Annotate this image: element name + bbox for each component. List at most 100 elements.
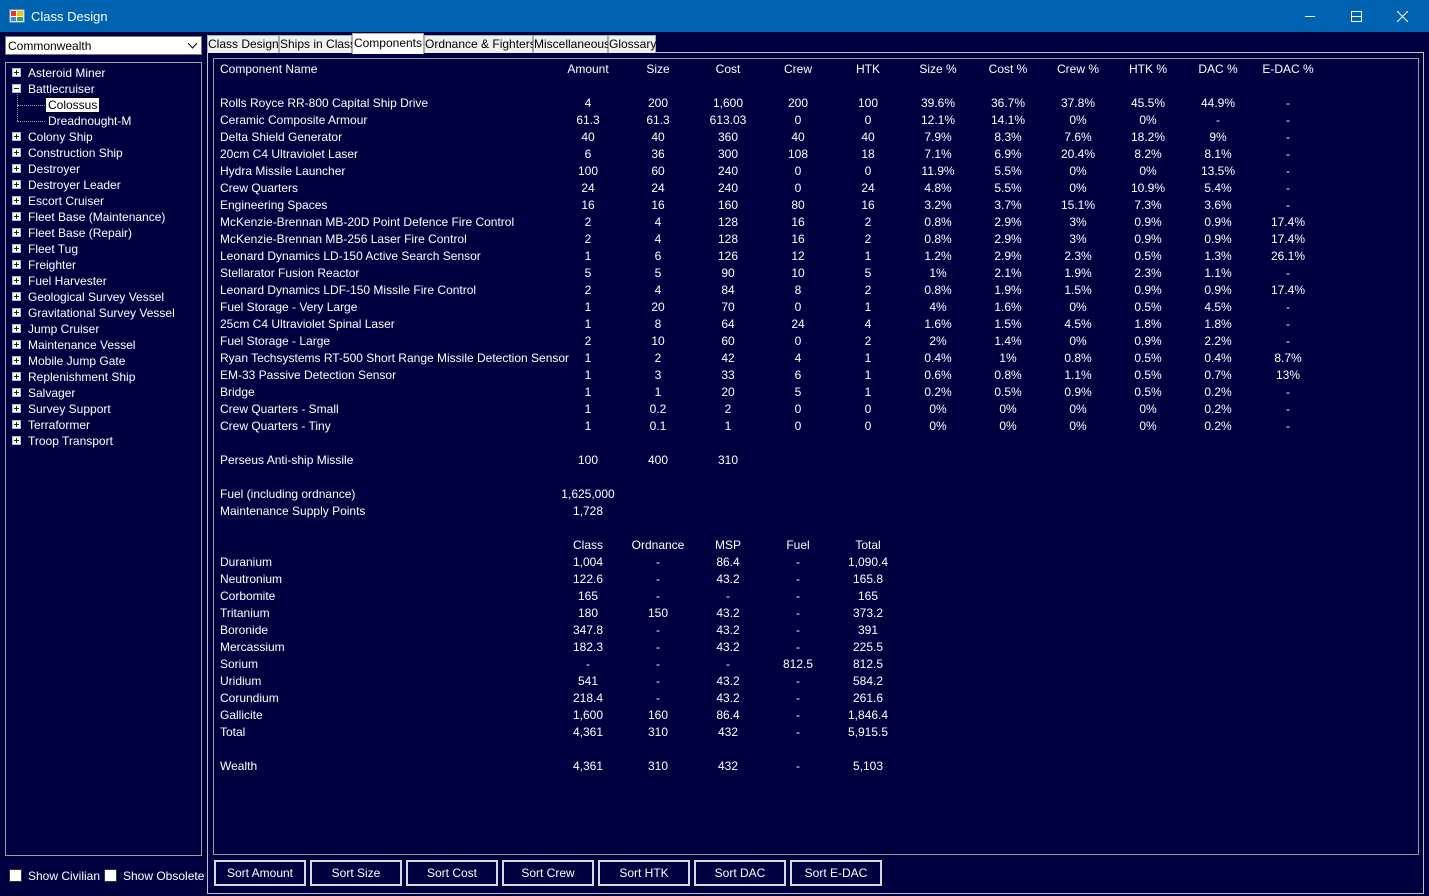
component-value: 1 bbox=[584, 317, 592, 331]
component-value: 20 bbox=[721, 385, 735, 399]
component-value: 2.1% bbox=[994, 266, 1022, 280]
component-value: 0 bbox=[794, 113, 802, 127]
component-value: 60 bbox=[651, 164, 665, 178]
expand-icon[interactable] bbox=[12, 308, 21, 317]
tab-miscellaneous[interactable]: Miscellaneous bbox=[533, 35, 610, 53]
expand-icon[interactable] bbox=[12, 132, 21, 141]
sort-cost-button[interactable]: Sort Cost bbox=[406, 860, 498, 886]
component-value: 1 bbox=[654, 385, 662, 399]
component-value: 0% bbox=[1069, 334, 1087, 348]
tab-components[interactable]: Components bbox=[352, 33, 424, 54]
expand-icon[interactable] bbox=[12, 244, 21, 253]
tree-item-label: Destroyer bbox=[28, 162, 81, 176]
expand-icon[interactable] bbox=[12, 420, 21, 429]
component-name: Crew Quarters - Tiny bbox=[220, 419, 331, 433]
mineral-value: 310 bbox=[647, 725, 669, 739]
component-value: 1.2% bbox=[924, 249, 952, 263]
minimize-button-area[interactable] bbox=[1287, 0, 1333, 32]
expand-icon[interactable] bbox=[12, 164, 21, 173]
component-value: 0 bbox=[864, 113, 872, 127]
component-value: 1.9% bbox=[1064, 266, 1092, 280]
mineral-value: - bbox=[796, 708, 800, 722]
tab-class-design[interactable]: Class Design bbox=[207, 35, 279, 53]
component-value: 2.9% bbox=[994, 215, 1022, 229]
component-value: 12 bbox=[791, 249, 805, 263]
mineral-value: - bbox=[656, 623, 660, 637]
sort-dac-button[interactable]: Sort DAC bbox=[694, 860, 786, 886]
component-value: 1 bbox=[864, 368, 872, 382]
mineral-column-header: Class bbox=[572, 538, 604, 552]
tab-ordnance-fighters[interactable]: Ordnance & Fighters bbox=[424, 35, 536, 53]
expand-icon[interactable] bbox=[12, 388, 21, 397]
expand-icon[interactable] bbox=[12, 292, 21, 301]
sort-size-button[interactable]: Sort Size bbox=[310, 860, 402, 886]
component-value: 64 bbox=[721, 317, 735, 331]
mineral-value: 1,846.4 bbox=[847, 708, 889, 722]
expand-icon[interactable] bbox=[12, 68, 21, 77]
component-value: 17.4% bbox=[1270, 232, 1306, 246]
expand-icon[interactable] bbox=[12, 372, 21, 381]
column-header: Component Name bbox=[220, 62, 318, 76]
column-header: Size % bbox=[919, 62, 957, 76]
component-value: 0 bbox=[794, 402, 802, 416]
mineral-column-header: MSP bbox=[714, 538, 742, 552]
component-value: 40 bbox=[791, 130, 805, 144]
component-value: 1.4% bbox=[994, 334, 1022, 348]
collapse-icon[interactable] bbox=[12, 84, 21, 93]
component-value: 0 bbox=[794, 181, 802, 195]
checkbox-box[interactable] bbox=[9, 869, 22, 882]
expand-icon[interactable] bbox=[12, 324, 21, 333]
component-value: 7.9% bbox=[924, 130, 952, 144]
component-value: 0.8% bbox=[924, 215, 952, 229]
mineral-value: 43.2 bbox=[716, 606, 740, 620]
expand-icon[interactable] bbox=[12, 228, 21, 237]
tab-ships-in-class[interactable]: Ships in Class bbox=[279, 35, 356, 53]
component-value: 1.1% bbox=[1064, 368, 1092, 382]
expand-icon[interactable] bbox=[12, 260, 21, 269]
mineral-value: 160 bbox=[647, 708, 669, 722]
expand-icon[interactable] bbox=[12, 436, 21, 445]
component-name: Stellarator Fusion Reactor bbox=[220, 266, 360, 280]
supply-value: 1,625,000 bbox=[561, 487, 615, 501]
component-value: 84 bbox=[721, 283, 735, 297]
component-value: 13% bbox=[1275, 368, 1301, 382]
class-tree[interactable]: Asteroid Miner Battlecruiser Colossus Dread… bbox=[5, 62, 202, 856]
expand-icon[interactable] bbox=[12, 196, 21, 205]
empire-select[interactable]: Commonwealth bbox=[5, 36, 202, 55]
sort-e-dac-button[interactable]: Sort E-DAC bbox=[790, 860, 882, 886]
component-value: 100 bbox=[577, 164, 599, 178]
sort-crew-button[interactable]: Sort Crew bbox=[502, 860, 594, 886]
component-value: 44.9% bbox=[1200, 96, 1236, 110]
expand-icon[interactable] bbox=[12, 148, 21, 157]
component-value: 0.2% bbox=[1204, 419, 1232, 433]
component-value: 300 bbox=[717, 147, 739, 161]
expand-icon[interactable] bbox=[12, 180, 21, 189]
maximize-button[interactable] bbox=[1333, 0, 1379, 32]
component-value: 1.6% bbox=[924, 317, 952, 331]
mineral-column-header: Total bbox=[855, 538, 881, 552]
component-value: 0.9% bbox=[1204, 232, 1232, 246]
component-value: 0.9% bbox=[1204, 215, 1232, 229]
minimize-icon bbox=[1305, 16, 1315, 17]
expand-icon[interactable] bbox=[12, 276, 21, 285]
mineral-value: - bbox=[656, 657, 660, 671]
expand-icon[interactable] bbox=[12, 340, 21, 349]
expand-icon[interactable] bbox=[12, 356, 21, 365]
expand-icon[interactable] bbox=[12, 404, 21, 413]
sort-htk-button[interactable]: Sort HTK bbox=[598, 860, 690, 886]
component-value: 2.9% bbox=[994, 249, 1022, 263]
checkbox-box[interactable] bbox=[104, 869, 117, 882]
mineral-value: 150 bbox=[647, 606, 669, 620]
component-value: 0.9% bbox=[1134, 283, 1162, 297]
component-value: 108 bbox=[787, 147, 809, 161]
tab-glossary[interactable]: Glossary bbox=[608, 35, 656, 53]
sort-amount-button[interactable]: Sort Amount bbox=[214, 860, 306, 886]
components-grid bbox=[213, 58, 1419, 855]
component-value: 0.9% bbox=[1204, 283, 1232, 297]
close-button[interactable] bbox=[1379, 0, 1425, 32]
component-value: 70 bbox=[721, 300, 735, 314]
tree-item-label: Mobile Jump Gate bbox=[28, 354, 126, 368]
component-value: 5.5% bbox=[994, 181, 1022, 195]
expand-icon[interactable] bbox=[12, 212, 21, 221]
component-value: 0.5% bbox=[994, 385, 1022, 399]
